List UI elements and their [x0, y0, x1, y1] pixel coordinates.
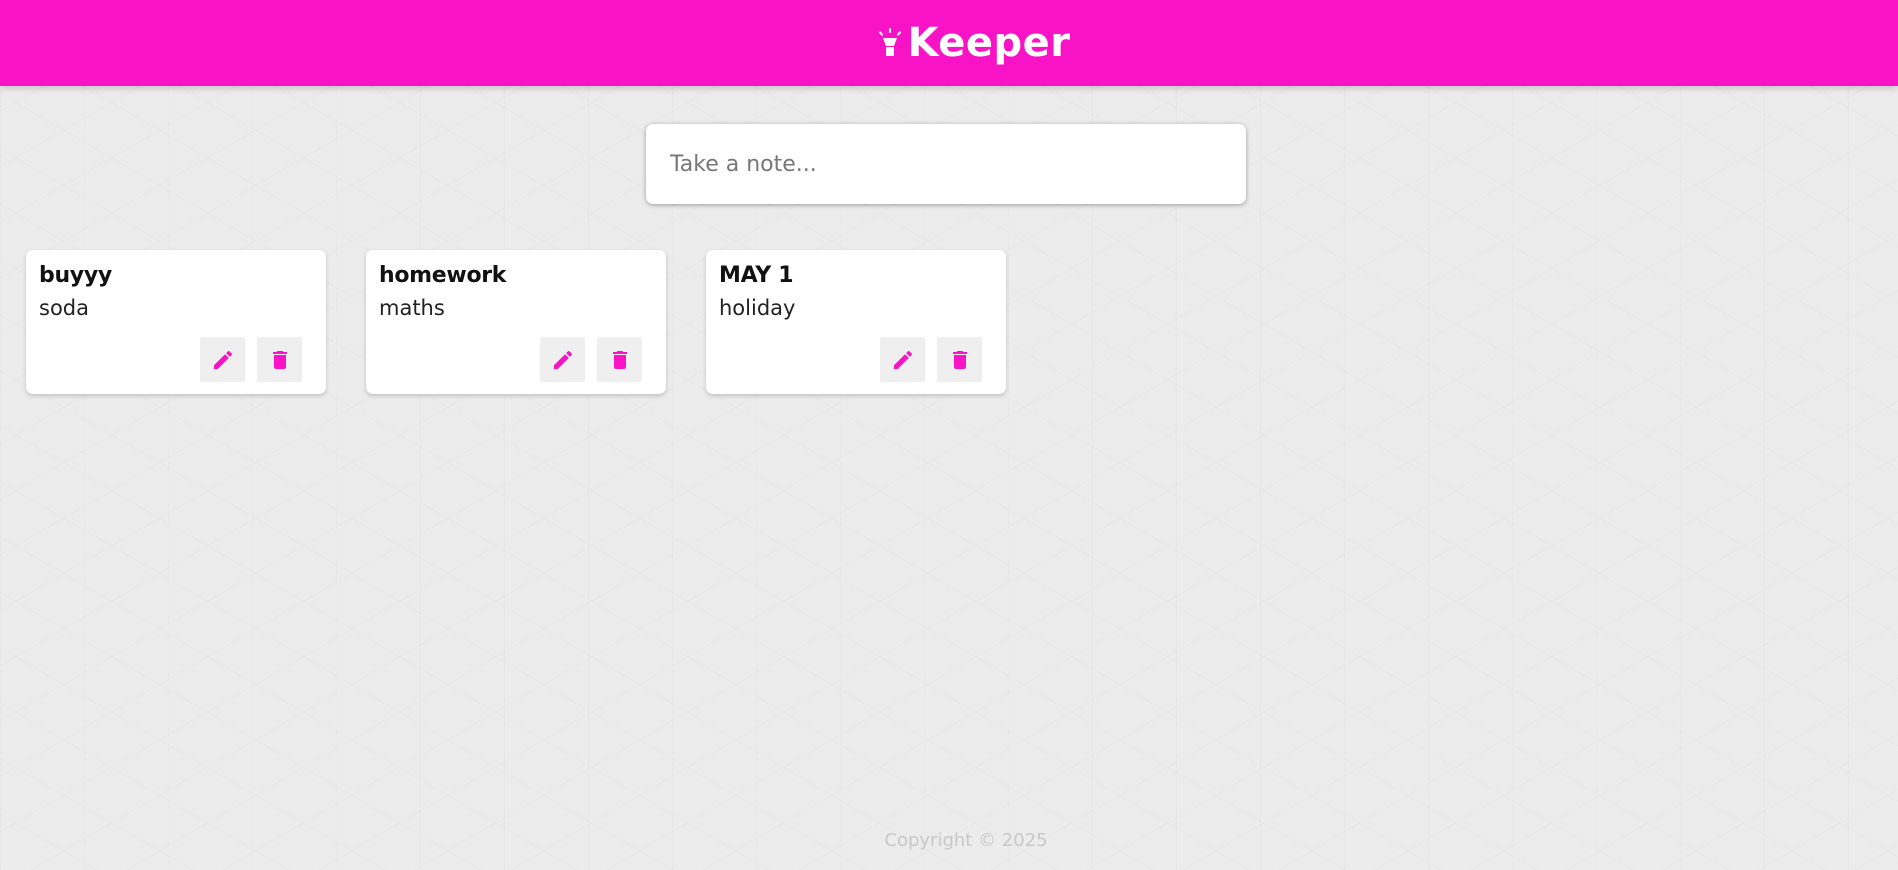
edit-note-button[interactable]	[540, 337, 585, 382]
pencil-icon	[893, 350, 912, 369]
note-title: MAY 1	[719, 263, 794, 288]
note-title: homework	[379, 263, 507, 288]
edit-note-button[interactable]	[200, 337, 245, 382]
app-header: Keeper	[0, 0, 1898, 86]
note-actions	[540, 337, 642, 382]
note-card: MAY 1 holiday	[706, 250, 1006, 394]
note-card: homework maths	[366, 250, 666, 394]
lightbulb-highlight-icon	[877, 28, 903, 58]
note-actions	[880, 337, 982, 382]
pencil-icon	[553, 350, 572, 369]
note-title: buyyy	[39, 263, 112, 288]
copyright-text: Copyright © 2025	[884, 830, 1048, 851]
delete-note-button[interactable]	[937, 337, 982, 382]
trash-icon	[272, 350, 287, 369]
pencil-icon	[213, 350, 232, 369]
delete-note-button[interactable]	[257, 337, 302, 382]
app-footer: Copyright © 2025	[0, 830, 1898, 851]
trash-icon	[612, 350, 627, 369]
delete-note-button[interactable]	[597, 337, 642, 382]
brand: Keeper	[877, 23, 1070, 63]
create-note-form	[646, 124, 1246, 204]
note-card: buyyy soda	[26, 250, 326, 394]
note-actions	[200, 337, 302, 382]
note-content: holiday	[719, 296, 796, 320]
app-title: Keeper	[907, 20, 1071, 66]
notes-list: buyyy soda homework maths MAY 1 holiday	[26, 250, 1006, 394]
take-note-input[interactable]	[646, 124, 1246, 204]
trash-icon	[952, 350, 967, 369]
note-content: maths	[379, 296, 445, 320]
note-content: soda	[39, 296, 89, 320]
edit-note-button[interactable]	[880, 337, 925, 382]
